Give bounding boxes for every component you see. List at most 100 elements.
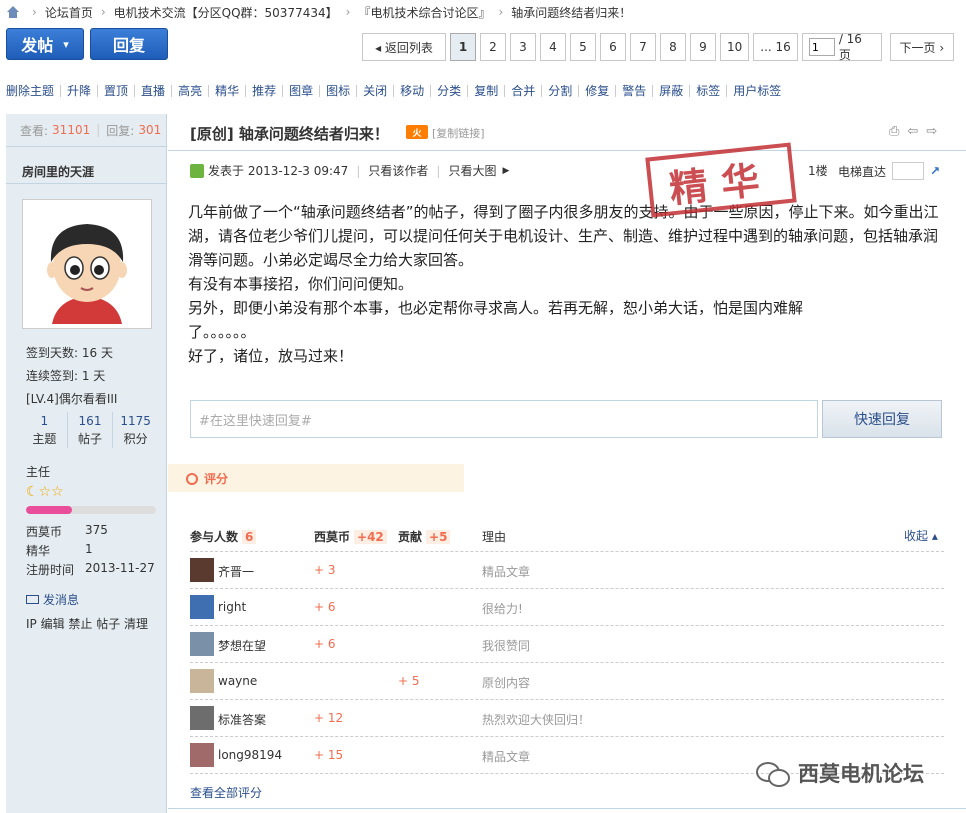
essence-label: 精华	[26, 544, 51, 558]
page-3[interactable]: 3	[510, 33, 536, 61]
posts-label: 帖子	[78, 432, 103, 446]
rater-name[interactable]: 齐晋一	[218, 563, 254, 580]
ximo-coins: 西莫币 375	[26, 523, 108, 540]
rater-ximo: + 15	[314, 748, 344, 762]
mod-action[interactable]: 标签	[690, 85, 728, 97]
next-thread-icon[interactable]: ⇨	[926, 124, 937, 139]
post-paragraph: 有没有本事接招，你们问问便知。	[188, 275, 414, 293]
mod-action[interactable]: 用户标签	[727, 85, 787, 97]
rater-avatar[interactable]	[190, 632, 214, 656]
mod-action[interactable]: 置顶	[98, 85, 136, 97]
home-icon[interactable]	[6, 6, 20, 18]
mod-action[interactable]: 删除主题	[6, 85, 62, 97]
collapse-rating-button[interactable]: 收起 ▴	[904, 527, 938, 544]
rater-avatar[interactable]	[190, 706, 214, 730]
mod-action[interactable]: 移动	[394, 85, 432, 97]
views-label: 查看:	[20, 123, 49, 138]
mod-action[interactable]: 警告	[616, 85, 654, 97]
rater-avatar[interactable]	[190, 558, 214, 582]
page-jump-input[interactable]	[808, 38, 835, 56]
breadcrumb-section[interactable]: 电机技术交流【分区QQ群：50377434】	[114, 4, 338, 21]
mod-action[interactable]: 屏蔽	[653, 85, 691, 97]
mod-action[interactable]: 修复	[579, 85, 617, 97]
page-9[interactable]: 9	[690, 33, 716, 61]
author-credits[interactable]: 1175 积分	[113, 412, 158, 448]
mod-action[interactable]: 合并	[505, 85, 543, 97]
col-ximo: 西莫币 +42	[314, 528, 387, 545]
rater-avatar[interactable]	[190, 669, 214, 693]
essence-count: 精华 1	[26, 542, 93, 559]
divider	[168, 808, 966, 809]
only-author-link[interactable]: 只看该作者	[368, 162, 428, 179]
author-topics[interactable]: 1 主题	[22, 412, 68, 448]
quick-reply-input[interactable]: #在这里快速回复#	[190, 400, 818, 438]
mod-action[interactable]: 分割	[542, 85, 580, 97]
go-icon[interactable]: ↗	[930, 164, 940, 178]
pagination: ◂ 返回列表 1 2 3 4 5 6 7 8 9 10 ... 16 / 16 …	[362, 32, 954, 62]
rating-row: 梦想在望 + 6 我很赞同	[190, 626, 944, 663]
replies-count: 301	[138, 123, 162, 137]
rating-row: 齐晋一 + 3 精品文章	[190, 552, 944, 589]
send-message-link[interactable]: 发消息	[26, 591, 79, 608]
avatar[interactable]	[22, 199, 152, 329]
view-all-ratings-link[interactable]: 查看全部评分	[190, 784, 262, 801]
quick-reply-button[interactable]: 快速回复	[822, 400, 942, 438]
rater-avatar[interactable]	[190, 743, 214, 767]
rater-name[interactable]: long98194	[218, 748, 282, 762]
col-gongxian-label: 贡献	[398, 530, 423, 544]
rater-name[interactable]: right	[218, 600, 246, 614]
page-1[interactable]: 1	[450, 33, 476, 61]
col-people-label: 参与人数	[190, 530, 239, 544]
page-8[interactable]: 8	[660, 33, 686, 61]
rater-gongxian: + 5	[398, 674, 420, 688]
prev-thread-icon[interactable]: ⇦	[907, 124, 918, 139]
page-7[interactable]: 7	[630, 33, 656, 61]
mod-action[interactable]: 升降	[61, 85, 99, 97]
floor-jump-input[interactable]	[892, 162, 925, 180]
page-last[interactable]: ... 16	[753, 33, 798, 61]
rating-header: 参与人数 6 西莫币 +42 贡献 +5 理由	[190, 522, 944, 552]
back-to-list-button[interactable]: ◂ 返回列表	[362, 33, 446, 61]
big-image-link[interactable]: 只看大图	[448, 162, 496, 179]
mod-action[interactable]: 高亮	[172, 85, 210, 97]
rater-name[interactable]: wayne	[218, 674, 257, 688]
online-user-icon	[190, 163, 204, 178]
mod-action[interactable]: 复制	[468, 85, 506, 97]
page-6[interactable]: 6	[600, 33, 626, 61]
page-5[interactable]: 5	[570, 33, 596, 61]
mod-action[interactable]: 图标	[320, 85, 358, 97]
new-post-button[interactable]: 发帖 ▾	[6, 28, 84, 60]
rater-name[interactable]: 梦想在望	[218, 637, 266, 654]
page-2[interactable]: 2	[480, 33, 506, 61]
replies-label: 回复:	[106, 123, 135, 138]
mod-action[interactable]: 直播	[135, 85, 173, 97]
breadcrumb-thread[interactable]: 轴承问题终结者归来！	[511, 4, 631, 21]
mod-action[interactable]: 图章	[283, 85, 321, 97]
rater-name[interactable]: 标准答案	[218, 711, 266, 728]
breadcrumb-separator: ›	[498, 5, 504, 19]
rater-avatar[interactable]	[190, 595, 214, 619]
mod-action[interactable]: 精华	[209, 85, 247, 97]
rater-reason: 精品文章	[482, 750, 531, 764]
admin-links[interactable]: IP 编辑 禁止 帖子 清理	[26, 615, 148, 632]
mod-action[interactable]: 关闭	[357, 85, 395, 97]
reply-button[interactable]: 回复	[90, 28, 168, 60]
author-name[interactable]: 房间里的天涯	[22, 163, 94, 180]
mod-action[interactable]: 分类	[431, 85, 469, 97]
rating-tab-label: 评分	[186, 470, 228, 487]
author-posts[interactable]: 161 帖子	[68, 412, 114, 448]
mod-action[interactable]: 推荐	[246, 85, 284, 97]
rank-progress-fill	[26, 506, 72, 514]
col-people: 参与人数 6	[190, 528, 257, 545]
breadcrumb-board[interactable]: 『电机技术综合讨论区』	[358, 4, 490, 21]
breadcrumb-forum-home[interactable]: 论坛首页	[45, 4, 93, 21]
user-level[interactable]: [LV.4]偶尔看看III	[26, 390, 117, 407]
print-icon[interactable]: ⎙	[889, 124, 899, 139]
page-10[interactable]: 10	[720, 33, 750, 61]
ximo-value: 375	[85, 523, 108, 537]
next-page-button[interactable]: 下一页 ›	[889, 33, 954, 61]
copy-link-button[interactable]: [复制链接]	[432, 125, 485, 141]
chevron-down-icon[interactable]: ▾	[63, 38, 69, 51]
rating-label: 评分	[204, 472, 229, 486]
page-4[interactable]: 4	[540, 33, 566, 61]
